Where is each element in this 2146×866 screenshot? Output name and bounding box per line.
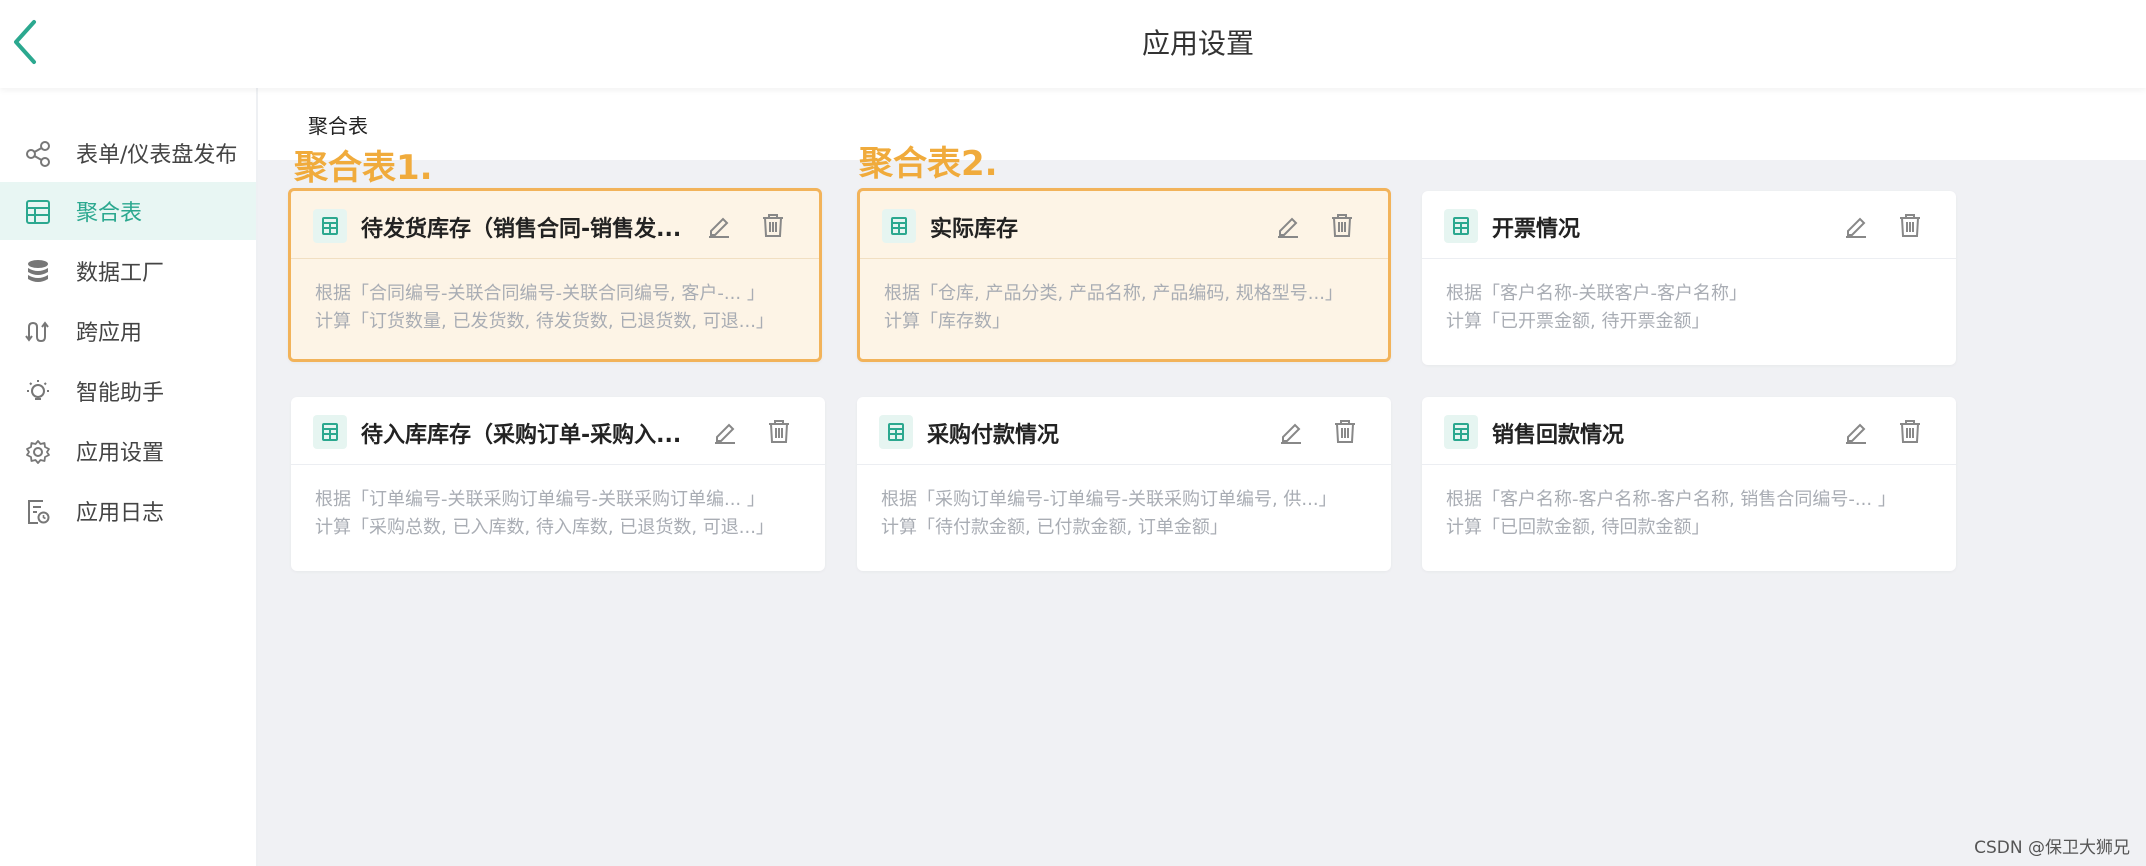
gear-icon [26, 440, 50, 464]
card-compute: 计算「订货数量, 已发货数, 待发货数, 已退货数, 可退...」 [315, 311, 774, 332]
card-title: 待入库库存（采购订单-采购入... [361, 423, 682, 448]
delete-icon[interactable] [1896, 417, 1924, 445]
delete-icon[interactable] [1331, 417, 1359, 445]
table-icon [879, 415, 913, 449]
card-title: 开票情况 [1492, 217, 1581, 242]
section-label: 聚合表 [308, 114, 368, 138]
edit-icon[interactable] [1274, 211, 1302, 239]
database-icon [28, 260, 48, 282]
card-title: 采购付款情况 [927, 423, 1060, 448]
edit-icon[interactable] [1842, 211, 1870, 239]
sidebar-item-label: 应用设置 [76, 441, 165, 466]
edit-icon[interactable] [711, 417, 739, 445]
card-header: 采购付款情况 [857, 397, 1391, 465]
sidebar-item-data-factory[interactable]: 数据工厂 [0, 242, 256, 300]
sidebar-item-label: 表单/仪表盘发布 [76, 143, 238, 168]
delete-icon[interactable] [1896, 211, 1924, 239]
sidebar-item-form-dashboard-publish[interactable]: 表单/仪表盘发布 [0, 124, 256, 182]
card-group-by: 根据「订单编号-关联采购订单编号-关联采购订单编... 」 [315, 489, 765, 510]
table-icon [313, 209, 347, 243]
card-title: 实际库存 [930, 217, 1019, 242]
sidebar-item-label: 跨应用 [76, 321, 143, 346]
sidebar-item-app-log[interactable]: 应用日志 [0, 482, 256, 540]
card-group-by: 根据「客户名称-客户名称-客户名称, 销售合同编号-... 」 [1446, 489, 1896, 510]
sidebar-item-label: 智能助手 [76, 381, 165, 406]
card-title: 待发货库存（销售合同-销售发... [361, 217, 682, 242]
sidebar-item-label: 聚合表 [76, 201, 143, 226]
sidebar-item-app-settings[interactable]: 应用设置 [0, 422, 256, 480]
card-compute: 计算「库存数」 [884, 311, 1010, 332]
table-icon [313, 415, 347, 449]
card-group-by: 根据「客户名称-关联客户-客户名称」 [1446, 283, 1747, 304]
edit-icon[interactable] [1842, 417, 1870, 445]
card-group-by: 根据「仓库, 产品分类, 产品名称, 产品编码, 规格型号...」 [884, 283, 1343, 304]
sidebar-item-label: 数据工厂 [76, 261, 165, 286]
link-icon [25, 321, 49, 343]
section-header: 聚合表 [258, 88, 2146, 160]
lightbulb-icon [27, 380, 49, 400]
card-header: 销售回款情况 [1422, 397, 1956, 465]
delete-icon[interactable] [759, 211, 787, 239]
aggregate-table-card[interactable]: 销售回款情况 根据「客户名称-客户名称-客户名称, 销售合同编号-... 」 计… [1422, 397, 1956, 571]
table-icon [26, 200, 50, 224]
annotation-label: 聚合表1. [294, 148, 433, 188]
aggregate-table-card[interactable]: 采购付款情况 根据「采购订单编号-订单编号-关联采购订单编号, 供...」 计算… [857, 397, 1391, 571]
delete-icon[interactable] [765, 417, 793, 445]
sidebar-item-label: 应用日志 [76, 501, 165, 526]
aggregate-table-card[interactable]: 实际库存 根据「仓库, 产品分类, 产品名称, 产品编码, 规格型号...」 计… [857, 188, 1391, 362]
card-header: 实际库存 [860, 191, 1388, 259]
sidebar-item-aggregate-table[interactable]: 聚合表 [0, 182, 256, 240]
aggregate-table-card[interactable]: 开票情况 根据「客户名称-关联客户-客户名称」 计算「已开票金额, 待开票金额」 [1422, 191, 1956, 365]
table-icon [1444, 415, 1478, 449]
card-compute: 计算「采购总数, 已入库数, 待入库数, 已退货数, 可退...」 [315, 517, 774, 538]
watermark: CSDN @保卫大狮兄 [1974, 838, 2130, 858]
table-icon [1444, 209, 1478, 243]
aggregate-table-card[interactable]: 待入库库存（采购订单-采购入... 根据「订单编号-关联采购订单编号-关联采购订… [291, 397, 825, 571]
card-header: 待入库库存（采购订单-采购入... [291, 397, 825, 465]
card-group-by: 根据「采购订单编号-订单编号-关联采购订单编号, 供...」 [881, 489, 1337, 510]
sidebar: 表单/仪表盘发布 聚合表 数据工厂 跨应用 智能助手 应用设置 应用日志 [0, 88, 258, 866]
card-compute: 计算「待付款金额, 已付款金额, 订单金额」 [881, 517, 1228, 538]
annotation-label: 聚合表2. [859, 144, 998, 184]
sidebar-item-smart-assistant[interactable]: 智能助手 [0, 362, 256, 420]
delete-icon[interactable] [1328, 211, 1356, 239]
page-title: 应用设置 [1141, 27, 1254, 60]
aggregate-table-card[interactable]: 待发货库存（销售合同-销售发... 根据「合同编号-关联合同编号-关联合同编号,… [288, 188, 822, 362]
log-icon [28, 500, 50, 524]
card-compute: 计算「已开票金额, 待开票金额」 [1446, 311, 1710, 332]
edit-icon[interactable] [705, 211, 733, 239]
card-compute: 计算「已回款金额, 待回款金额」 [1446, 517, 1710, 538]
card-header: 开票情况 [1422, 191, 1956, 259]
sidebar-item-cross-app[interactable]: 跨应用 [0, 302, 256, 360]
edit-icon[interactable] [1277, 417, 1305, 445]
share-icon [26, 141, 50, 167]
table-icon [882, 209, 916, 243]
card-title: 销售回款情况 [1492, 423, 1625, 448]
top-bar: 应用设置 [0, 0, 2146, 88]
card-header: 待发货库存（销售合同-销售发... [291, 191, 819, 259]
card-group-by: 根据「合同编号-关联合同编号-关联合同编号, 客户-... 」 [315, 283, 765, 304]
